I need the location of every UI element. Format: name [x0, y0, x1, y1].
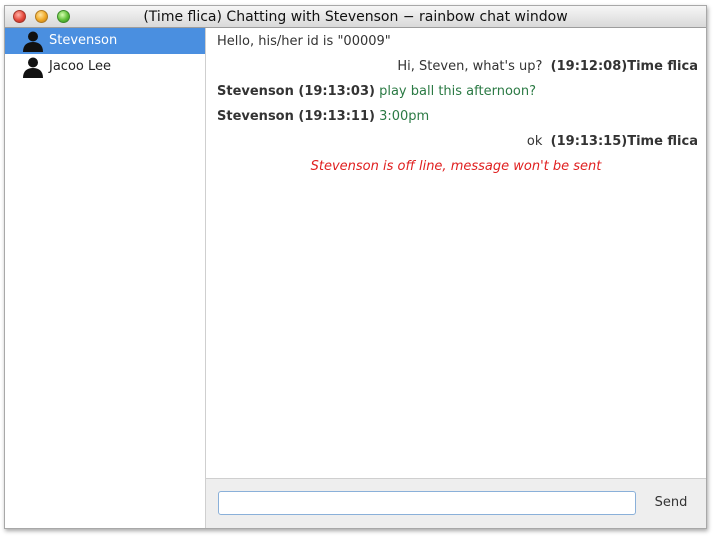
message-text: Hi, Steven, what's up? — [397, 59, 543, 74]
window-title: (Time flica) Chatting with Stevenson − r… — [143, 9, 568, 25]
message-sender-time: Stevenson (19:13:11) — [217, 109, 375, 124]
contact-name: Stevenson — [49, 33, 118, 48]
message-text: ok — [526, 134, 543, 149]
message-sender-time: (19:13:15)Time flica — [550, 134, 698, 149]
contact-item-stevenson[interactable]: Stevenson — [5, 28, 205, 54]
offline-notice: Stevenson is off line, message won't be … — [206, 159, 706, 174]
contact-item-jacoo-lee[interactable]: Jacoo Lee — [5, 54, 205, 80]
message-sender-time: (19:12:08)Time flica — [550, 59, 698, 74]
composer-bar: Send — [206, 478, 706, 528]
user-silhouette-icon — [23, 57, 43, 78]
title-bar[interactable]: (Time flica) Chatting with Stevenson − r… — [5, 6, 706, 28]
message-text: 3:00pm — [379, 109, 430, 124]
message-sender-time: Stevenson (19:13:03) — [217, 84, 375, 99]
contact-name: Jacoo Lee — [49, 59, 111, 74]
incoming-message: Stevenson (19:13:03) play ball this afte… — [217, 84, 536, 99]
message-text: play ball this afternoon? — [379, 84, 536, 99]
message-text: Hello, his/her id is "00009" — [217, 34, 391, 49]
outgoing-message: ok (19:13:15)Time flica — [527, 134, 698, 149]
incoming-message: Stevenson (19:13:11) 3:00pm — [217, 109, 429, 124]
message-input[interactable] — [218, 491, 636, 515]
notice-text: Stevenson is off line, message won't be … — [310, 159, 602, 174]
user-silhouette-icon — [23, 31, 43, 52]
system-message: Hello, his/her id is "00009" — [217, 34, 391, 49]
contact-list: Stevenson Jacoo Lee — [5, 28, 206, 528]
message-history: Hello, his/her id is "00009" Hi, Steven,… — [206, 28, 706, 478]
outgoing-message: Hi, Steven, what's up? (19:12:08)Time fl… — [397, 59, 698, 74]
send-button[interactable]: Send — [646, 490, 696, 516]
chat-window: (Time flica) Chatting with Stevenson − r… — [4, 5, 707, 529]
